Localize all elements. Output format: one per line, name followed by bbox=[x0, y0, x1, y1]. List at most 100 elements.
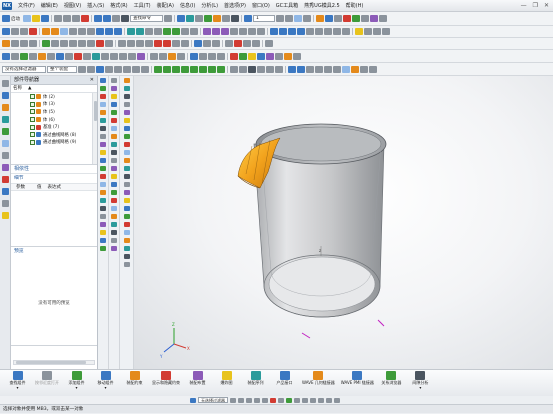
smooth-spline-icon[interactable] bbox=[243, 40, 251, 47]
bounded-grid-icon[interactable] bbox=[239, 65, 247, 73]
intersect-icon[interactable] bbox=[114, 28, 122, 35]
bottom-filter-dropdown[interactable]: 无选择过滤器 bbox=[198, 397, 228, 403]
system-scenes-icon[interactable] bbox=[2, 212, 9, 219]
menu-item-3[interactable]: 插入(S) bbox=[84, 2, 107, 9]
point-on-face-icon[interactable] bbox=[230, 65, 238, 73]
pocket-mold-icon[interactable] bbox=[119, 52, 127, 60]
line-tool-icon[interactable] bbox=[51, 40, 59, 47]
roles-icon[interactable] bbox=[2, 200, 9, 207]
rectangle-icon[interactable] bbox=[136, 40, 144, 47]
yanxiu-icon[interactable] bbox=[230, 52, 238, 60]
cooling-icon[interactable] bbox=[92, 52, 100, 60]
edge-blend-icon[interactable] bbox=[127, 28, 135, 35]
vertical-tool-2-6-icon[interactable] bbox=[111, 118, 117, 123]
snap-off-icon[interactable] bbox=[248, 65, 256, 73]
vertical-tool-3-17-icon[interactable] bbox=[123, 206, 130, 211]
vertical-tool-1-7-icon[interactable] bbox=[100, 126, 106, 131]
slider-lifter-icon[interactable] bbox=[56, 52, 64, 60]
mold-base-icon[interactable] bbox=[29, 52, 37, 60]
name-column-label[interactable]: 名称 bbox=[13, 85, 22, 92]
vertical-tool-3-18-icon[interactable] bbox=[123, 214, 130, 219]
vertical-tool-2-12-icon[interactable] bbox=[111, 166, 117, 171]
helix-icon[interactable] bbox=[154, 40, 162, 47]
visibility-checkbox[interactable] bbox=[30, 124, 35, 130]
vertical-tool-3-7-icon[interactable] bbox=[123, 126, 130, 131]
swept-icon[interactable] bbox=[221, 28, 229, 35]
vertical-tool-1-19-icon[interactable] bbox=[100, 222, 106, 227]
vertical-tool-3-10-icon[interactable] bbox=[123, 150, 130, 155]
yanxiu-screw-icon[interactable] bbox=[248, 52, 256, 60]
trim-body-icon[interactable] bbox=[181, 28, 189, 35]
touch-mode-icon[interactable] bbox=[121, 15, 129, 22]
vertical-tool-3-3-icon[interactable] bbox=[123, 94, 130, 99]
menu-item-13[interactable]: 帮助(H) bbox=[343, 2, 367, 9]
system-materials-icon[interactable] bbox=[2, 176, 9, 183]
open-folder-icon[interactable] bbox=[32, 15, 40, 22]
vertical-tool-1-22-icon[interactable] bbox=[100, 246, 106, 251]
chamfer-curve-icon[interactable] bbox=[87, 40, 95, 47]
law-curve-icon[interactable] bbox=[163, 40, 171, 47]
circle-icon[interactable] bbox=[288, 28, 296, 35]
unused-part-icon[interactable] bbox=[177, 52, 185, 60]
parallel-icon[interactable] bbox=[326, 397, 332, 403]
vertical-tool-2-7-icon[interactable] bbox=[111, 126, 117, 131]
render-style-icon[interactable] bbox=[342, 65, 350, 73]
vertical-tool-3-5-icon[interactable] bbox=[123, 110, 130, 115]
select-edge-icon[interactable] bbox=[114, 65, 122, 73]
polyline-icon[interactable] bbox=[60, 40, 68, 47]
visibility-checkbox[interactable] bbox=[30, 117, 35, 123]
vertical-tool-2-8-icon[interactable] bbox=[111, 134, 117, 139]
view-orient-icon[interactable] bbox=[288, 65, 296, 73]
tree-node[interactable]: 体 (3) bbox=[11, 101, 97, 109]
chamfer-icon[interactable] bbox=[136, 28, 144, 35]
dependency-section[interactable]: 相依性 bbox=[11, 165, 97, 174]
ellipse-icon[interactable] bbox=[127, 40, 135, 47]
start-icon[interactable] bbox=[2, 15, 10, 22]
part-family-icon[interactable] bbox=[20, 52, 28, 60]
process-studio-icon[interactable] bbox=[2, 188, 9, 195]
selection-scope-dropdown[interactable]: 整个装配 bbox=[47, 65, 77, 73]
vertical-tool-1-8-icon[interactable] bbox=[100, 134, 106, 139]
visibility-checkbox[interactable] bbox=[30, 132, 35, 138]
dropdown-arrow-icon[interactable]: ▾ bbox=[75, 385, 77, 390]
menu-item-12[interactable]: 燕秀UG模具2.5 bbox=[301, 2, 343, 9]
cut-icon[interactable] bbox=[54, 15, 62, 22]
navigator-hscrollbar[interactable] bbox=[13, 360, 95, 365]
patch-icon[interactable] bbox=[20, 40, 28, 47]
through-curve-mesh-icon[interactable] bbox=[212, 28, 220, 35]
pad-icon[interactable] bbox=[87, 28, 95, 35]
arrow-left-icon[interactable] bbox=[294, 397, 300, 403]
vertical-tool-2-18-icon[interactable] bbox=[111, 214, 117, 219]
spline-icon[interactable] bbox=[297, 28, 305, 35]
through-curves-icon[interactable] bbox=[203, 28, 211, 35]
vertical-tool-2-5-icon[interactable] bbox=[111, 110, 117, 115]
datum-axis-icon[interactable] bbox=[20, 28, 28, 35]
dropdown-arrow-icon[interactable]: ▾ bbox=[16, 385, 18, 390]
join-curve-icon[interactable] bbox=[225, 40, 233, 47]
menu-item-11[interactable]: GC工具箱 bbox=[273, 2, 301, 9]
ribbon-button-8[interactable]: 装配序列 bbox=[242, 370, 269, 387]
search-icon[interactable] bbox=[164, 15, 172, 22]
select-face-icon[interactable] bbox=[105, 65, 113, 73]
projector-icon[interactable] bbox=[2, 52, 10, 60]
vertical-tool-1-13-icon[interactable] bbox=[100, 174, 106, 179]
intersection-curve-icon[interactable] bbox=[324, 28, 332, 35]
vertical-tool-3-24-icon[interactable] bbox=[123, 262, 130, 267]
split-body-icon[interactable] bbox=[190, 28, 198, 35]
close-panel-button[interactable]: ✕ bbox=[90, 76, 94, 85]
zoom-icon[interactable] bbox=[306, 65, 314, 73]
offset-surface-icon[interactable] bbox=[257, 28, 265, 35]
electrode-icon[interactable] bbox=[101, 52, 109, 60]
visibility-checkbox[interactable] bbox=[30, 101, 35, 107]
mold-wizard-icon[interactable] bbox=[2, 40, 10, 47]
menu-item-7[interactable]: 信息(I) bbox=[177, 2, 198, 9]
rect-draw-icon[interactable] bbox=[254, 397, 260, 403]
vertical-tool-1-9-icon[interactable] bbox=[100, 142, 106, 147]
curve-on-surface-icon[interactable] bbox=[181, 40, 189, 47]
settings-icon[interactable] bbox=[222, 15, 230, 22]
ribbon-button-11[interactable]: WAVE PMI 链接器 bbox=[339, 370, 376, 387]
vertical-tool-3-12-icon[interactable] bbox=[123, 166, 130, 171]
undo-icon[interactable] bbox=[94, 15, 102, 22]
gate-icon[interactable] bbox=[74, 52, 82, 60]
preview-section[interactable]: 预览 bbox=[11, 247, 97, 256]
